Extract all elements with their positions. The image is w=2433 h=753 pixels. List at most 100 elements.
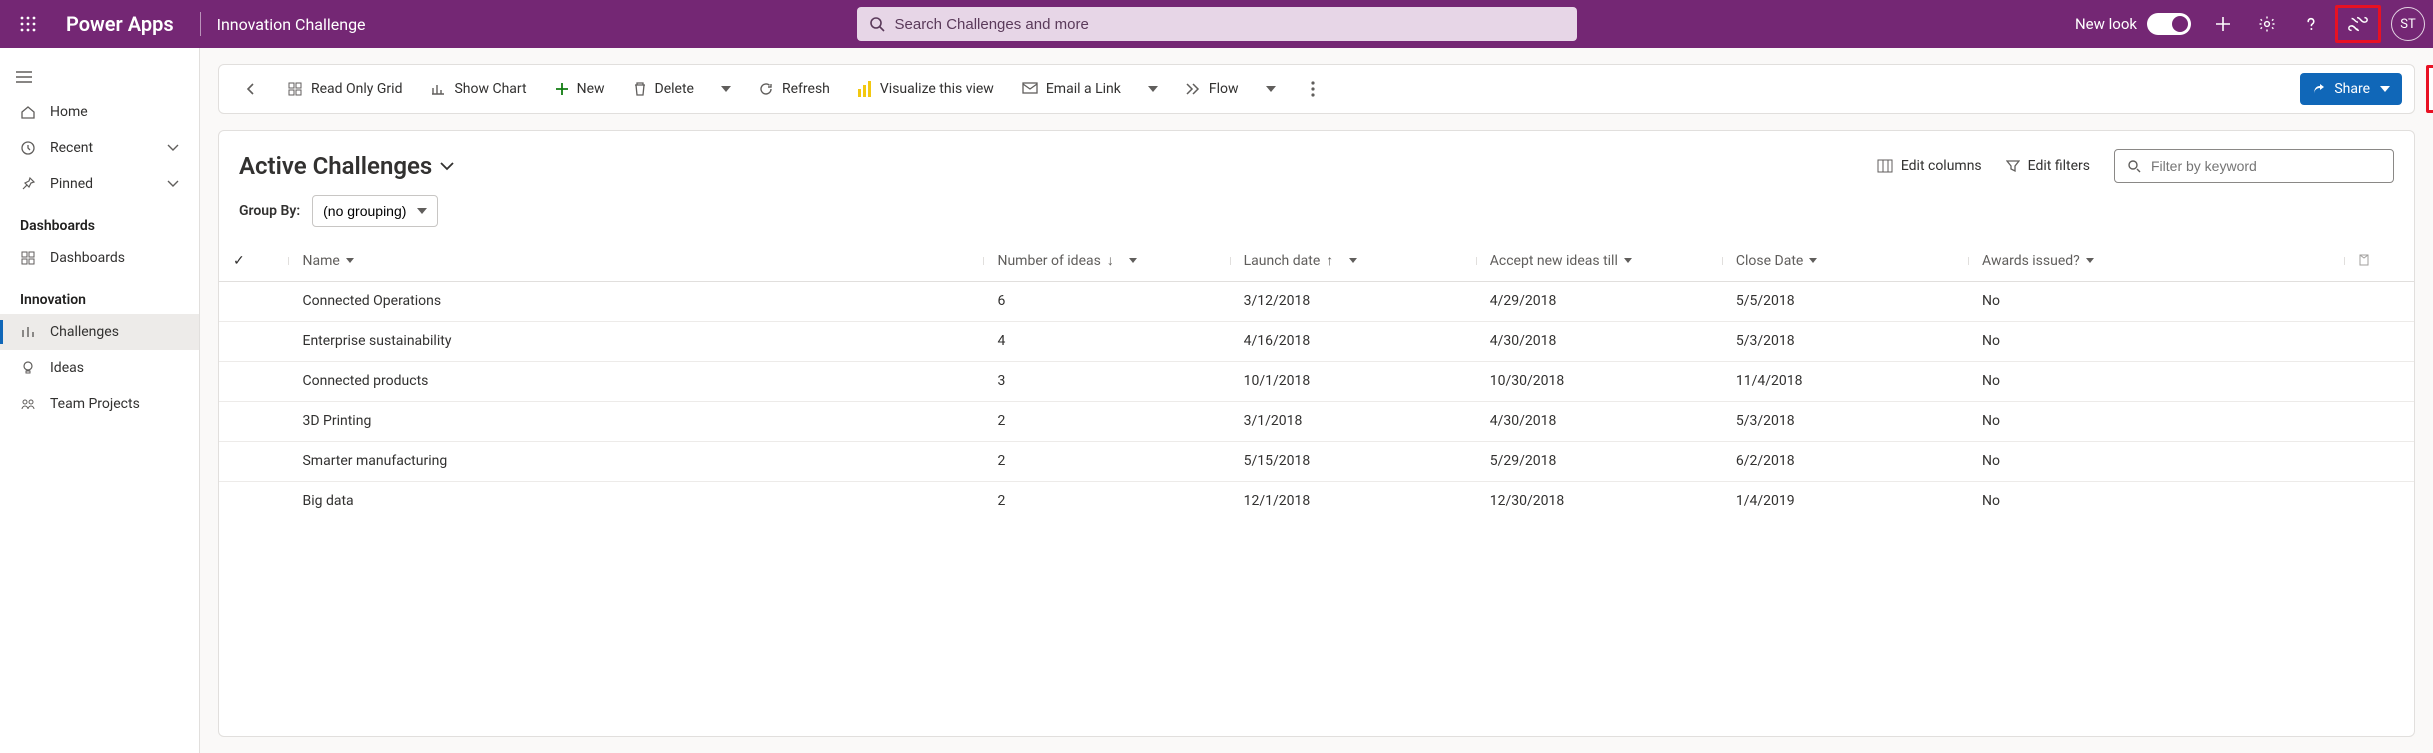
col-close-date[interactable]: Close Date — [1722, 241, 1968, 281]
row-checkbox[interactable] — [219, 401, 288, 441]
cell-launch: 12/1/2018 — [1230, 481, 1476, 521]
row-checkbox[interactable] — [219, 481, 288, 521]
header-divider — [200, 12, 201, 36]
col-launch-date[interactable]: Launch date↑ — [1230, 241, 1476, 281]
new-look-label: New look — [2075, 15, 2137, 33]
cmd-label: Email a Link — [1046, 81, 1121, 97]
global-search[interactable] — [857, 7, 1577, 41]
nav-label: Team Projects — [50, 396, 140, 412]
help-button[interactable] — [2291, 4, 2331, 44]
new-look-toggle[interactable]: New look — [2075, 13, 2191, 35]
cell-awards: No — [1968, 321, 2344, 361]
add-button[interactable] — [2203, 4, 2243, 44]
new-button[interactable]: New — [543, 71, 617, 107]
col-pin[interactable] — [2344, 241, 2414, 281]
nav-team-projects[interactable]: Team Projects — [0, 386, 199, 422]
copilot-header-button[interactable] — [2335, 5, 2381, 43]
row-checkbox[interactable] — [219, 321, 288, 361]
overflow-button[interactable] — [1297, 71, 1329, 107]
edit-filters-button[interactable]: Edit filters — [1994, 149, 2102, 183]
settings-button[interactable] — [2247, 4, 2287, 44]
row-checkbox[interactable] — [219, 361, 288, 401]
col-awards[interactable]: Awards issued? — [1968, 241, 2344, 281]
chevron-down-icon — [167, 144, 179, 152]
cell-name: Big data — [288, 481, 983, 521]
powerbi-icon — [858, 81, 872, 97]
cell-name: Connected products — [288, 361, 983, 401]
view-name: Active Challenges — [239, 152, 432, 180]
cell-ideas: 2 — [983, 401, 1229, 441]
row-checkbox[interactable] — [219, 441, 288, 481]
visualize-button[interactable]: Visualize this view — [846, 71, 1006, 107]
cell-awards: No — [1968, 401, 2344, 441]
app-launcher-button[interactable] — [8, 4, 48, 44]
chevron-down-icon — [167, 180, 179, 188]
share-button[interactable]: Share — [2300, 73, 2402, 105]
chart-icon — [430, 81, 446, 97]
nav-pinned[interactable]: Pinned — [0, 166, 199, 202]
show-chart-button[interactable]: Show Chart — [418, 71, 538, 107]
email-link-button[interactable]: Email a Link — [1010, 71, 1133, 107]
cell-accept: 4/30/2018 — [1476, 321, 1722, 361]
cell-close: 6/2/2018 — [1722, 441, 1968, 481]
read-only-grid-button[interactable]: Read Only Grid — [275, 71, 414, 107]
keyword-filter-input[interactable] — [2149, 157, 2381, 175]
edit-columns-button[interactable]: Edit columns — [1865, 149, 1994, 183]
cell-pin — [2344, 481, 2414, 521]
col-name[interactable]: Name — [288, 241, 983, 281]
nav-ideas[interactable]: Ideas — [0, 350, 199, 386]
group-by-select[interactable]: (no grouping) — [312, 195, 438, 227]
cell-launch: 5/15/2018 — [1230, 441, 1476, 481]
cell-ideas: 6 — [983, 281, 1229, 321]
nav-group-header: Innovation — [0, 276, 199, 314]
flow-button[interactable]: Flow — [1173, 71, 1251, 107]
cell-accept: 4/29/2018 — [1476, 281, 1722, 321]
select-all-header[interactable]: ✓ — [219, 241, 288, 281]
table-row[interactable]: Smarter manufacturing25/15/20185/29/2018… — [219, 441, 2414, 481]
table-row[interactable]: Connected Operations63/12/20184/29/20185… — [219, 281, 2414, 321]
toggle-switch[interactable] — [2147, 13, 2191, 35]
cell-ideas: 3 — [983, 361, 1229, 401]
nav-dashboards[interactable]: Dashboards — [0, 240, 199, 276]
dashboard-icon — [20, 250, 36, 266]
table-row[interactable]: Connected products310/1/201810/30/201811… — [219, 361, 2414, 401]
global-search-input[interactable] — [893, 15, 1565, 34]
row-checkbox[interactable] — [219, 281, 288, 321]
nav-label: Ideas — [50, 360, 84, 376]
table-row[interactable]: Big data212/1/201812/30/20181/4/2019No — [219, 481, 2414, 521]
table-row[interactable]: 3D Printing23/1/20184/30/20185/3/2018No — [219, 401, 2414, 441]
email-dropdown[interactable] — [1137, 71, 1169, 107]
table-row[interactable]: Enterprise sustainability44/16/20184/30/… — [219, 321, 2414, 361]
nav-challenges[interactable]: Challenges — [0, 314, 199, 350]
pin-icon — [20, 176, 36, 192]
filter-icon — [2006, 159, 2020, 173]
cell-awards: No — [1968, 361, 2344, 401]
cell-name: Smarter manufacturing — [288, 441, 983, 481]
cell-name: Enterprise sustainability — [288, 321, 983, 361]
delete-dropdown[interactable] — [710, 71, 742, 107]
cmd-label: Flow — [1209, 81, 1239, 97]
cell-ideas: 4 — [983, 321, 1229, 361]
back-button[interactable] — [231, 71, 271, 107]
nav-recent[interactable]: Recent — [0, 130, 199, 166]
flow-dropdown[interactable] — [1255, 71, 1287, 107]
nav-home[interactable]: Home — [0, 94, 199, 130]
view-selector[interactable]: Active Challenges — [239, 152, 454, 180]
nav-label: Home — [50, 104, 88, 120]
refresh-button[interactable]: Refresh — [746, 71, 842, 107]
command-bar: Read Only Grid Show Chart New Delete Ref… — [218, 64, 2415, 114]
cell-pin — [2344, 321, 2414, 361]
search-icon — [2127, 159, 2141, 173]
col-number-of-ideas[interactable]: Number of ideas↓ — [983, 241, 1229, 281]
cmd-label: New — [577, 81, 605, 97]
col-accept-till[interactable]: Accept new ideas till — [1476, 241, 1722, 281]
nav-label: Challenges — [50, 324, 119, 340]
grid-card: Active Challenges Edit columns Edit filt… — [218, 130, 2415, 737]
flow-icon — [1185, 82, 1201, 96]
user-avatar[interactable]: ST — [2391, 7, 2425, 41]
copilot-pane-button[interactable] — [2426, 65, 2433, 113]
keyword-filter[interactable] — [2114, 149, 2394, 183]
cell-awards: No — [1968, 481, 2344, 521]
collapse-nav-button[interactable] — [4, 60, 44, 94]
delete-button[interactable]: Delete — [621, 71, 706, 107]
